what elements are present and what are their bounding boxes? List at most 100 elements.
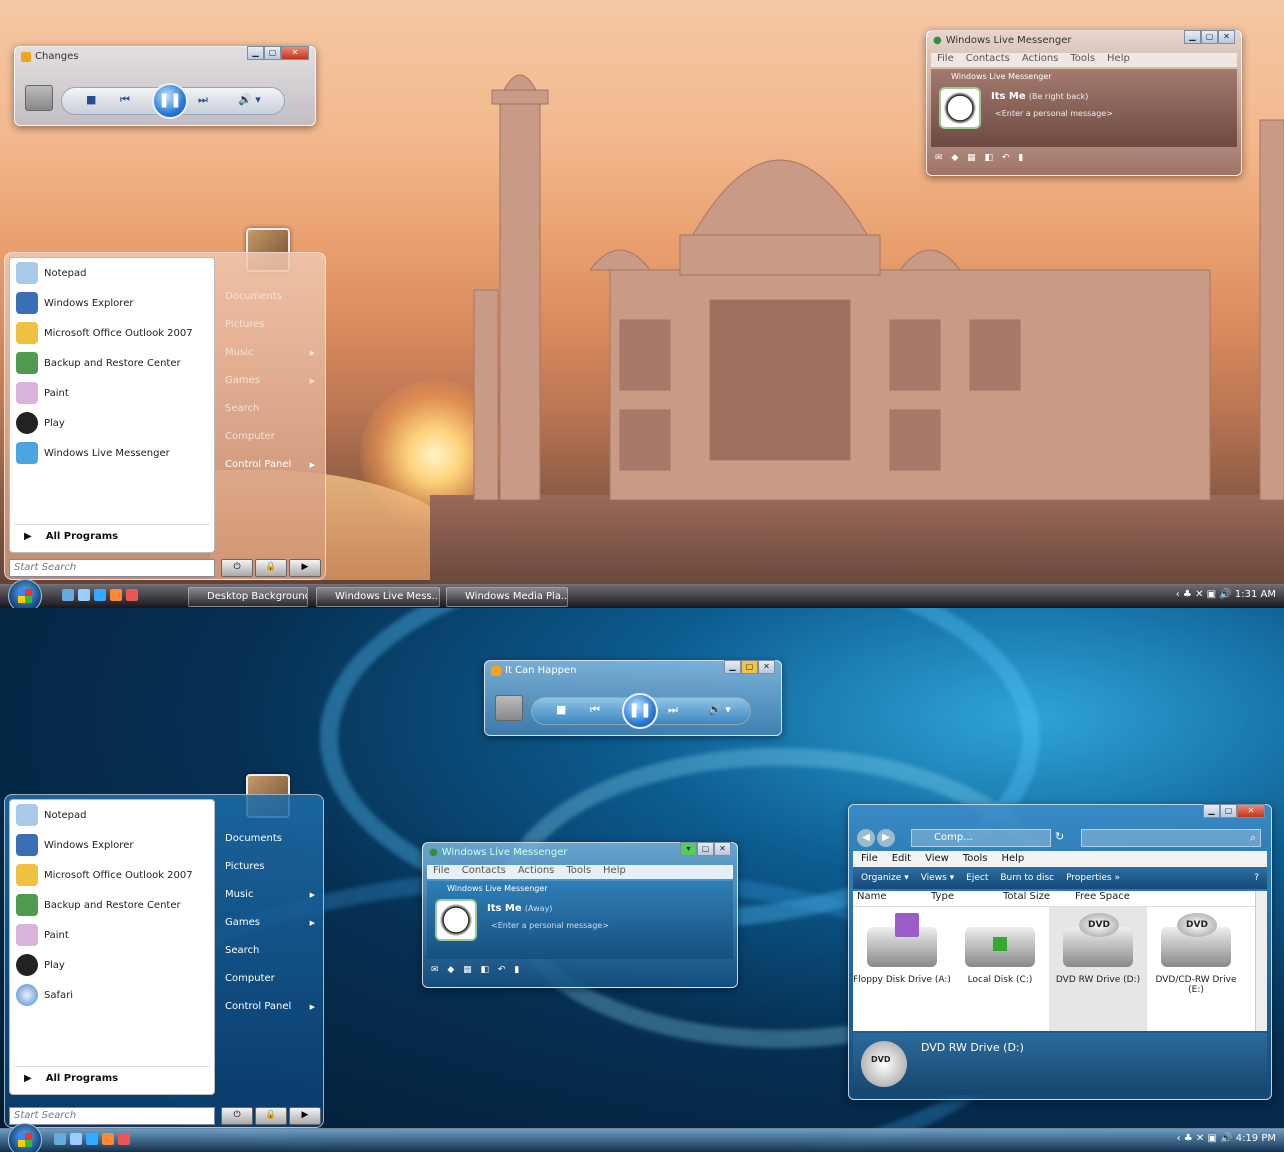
column-free-space[interactable]: Free Space <box>1071 891 1143 906</box>
start-item-play[interactable]: Play <box>10 950 214 980</box>
maximize-button[interactable]: ▢ <box>264 46 281 60</box>
menu-tools[interactable]: Tools <box>566 865 591 879</box>
minimize-button[interactable]: ▁ <box>1184 30 1201 44</box>
place-control-panel[interactable]: Control Panel ▶ <box>221 451 321 479</box>
burn-button[interactable]: Burn to disc <box>1000 873 1054 883</box>
place-games[interactable]: Games ▶ <box>221 367 321 395</box>
media-player-window[interactable]: It Can Happen ▁ ▢ ✕ ■ ⏮ ❚❚ ⏭ 🔊 ▾ <box>484 660 782 736</box>
taskbar-button-messenger[interactable]: Windows Live Mess... <box>316 587 440 607</box>
pause-button[interactable]: ❚❚ <box>622 693 658 729</box>
all-programs-button[interactable]: ▶ All Programs <box>14 524 210 548</box>
place-computer[interactable]: Computer <box>221 423 321 451</box>
menu-actions[interactable]: Actions <box>518 865 555 879</box>
scrollbar[interactable] <box>1255 891 1267 1031</box>
drive-item[interactable]: DVD DVD RW Drive (D:) <box>1049 907 1147 1031</box>
place-music[interactable]: Music ▶ <box>221 881 321 909</box>
start-item-safari[interactable]: Safari <box>10 980 214 1010</box>
visualization-thumbnail[interactable] <box>495 695 523 721</box>
start-search-input[interactable]: Start Search <box>9 1107 215 1125</box>
visualization-thumbnail[interactable] <box>25 85 53 111</box>
close-button[interactable]: ✕ <box>281 46 309 60</box>
menu-contacts[interactable]: Contacts <box>462 865 506 879</box>
display-name[interactable]: Its Me <box>487 903 522 914</box>
start-item-outlook[interactable]: Microsoft Office Outlook 2007 <box>10 860 214 890</box>
messenger-toolbar[interactable]: ✉ ◆ ▦ ◧ ↶ ▮ <box>935 153 1233 169</box>
start-item-backup[interactable]: Backup and Restore Center <box>10 890 214 920</box>
address-field[interactable]: Comp... <box>911 829 1051 847</box>
personal-message-field[interactable]: <Enter a personal message> <box>491 921 609 930</box>
close-button[interactable]: ✕ <box>758 660 775 674</box>
start-item-play[interactable]: Play <box>10 408 214 438</box>
display-name[interactable]: Its Me <box>991 91 1026 102</box>
menu-tools[interactable]: Tools <box>963 851 988 867</box>
start-button[interactable] <box>8 579 42 608</box>
explorer-window[interactable]: ▁ ▢ ✕ ◀ ▶ Comp... ↻ ⌕ File Edit View Tools… <box>848 804 1272 1100</box>
maximize-button[interactable]: ▢ <box>1201 30 1218 44</box>
minimize-button[interactable]: ▁ <box>1203 804 1220 818</box>
menu-contacts[interactable]: Contacts <box>966 53 1010 67</box>
firefox-icon[interactable] <box>102 1133 114 1145</box>
place-documents[interactable]: Documents <box>221 825 321 853</box>
column-name[interactable]: Name <box>853 891 927 906</box>
back-button[interactable]: ◀ <box>857 829 875 847</box>
media-icon[interactable] <box>126 589 138 601</box>
switch-windows-icon[interactable] <box>70 1133 82 1145</box>
start-item-outlook[interactable]: Microsoft Office Outlook 2007 <box>10 318 214 348</box>
lock-button[interactable]: 🔒 <box>255 559 287 577</box>
start-item-notepad[interactable]: Notepad <box>10 800 214 830</box>
drive-item[interactable]: Local Disk (C:) <box>951 907 1049 1031</box>
drive-item[interactable]: DVD DVD/CD-RW Drive (E:) <box>1147 907 1245 1031</box>
minimize-button[interactable]: ▁ <box>247 46 264 60</box>
firefox-icon[interactable] <box>110 589 122 601</box>
display-picture[interactable] <box>939 87 981 129</box>
organize-button[interactable]: Organize ▾ <box>861 873 909 883</box>
maximize-button[interactable]: ▢ <box>697 842 714 856</box>
menu-actions[interactable]: Actions <box>1022 53 1059 67</box>
maximize-button[interactable]: ▢ <box>1220 804 1237 818</box>
ie-icon[interactable] <box>94 589 106 601</box>
place-pictures[interactable]: Pictures <box>221 853 321 881</box>
minimize-button[interactable]: ▁ <box>724 660 741 674</box>
place-games[interactable]: Games ▶ <box>221 909 321 937</box>
start-item-explorer[interactable]: Windows Explorer <box>10 830 214 860</box>
maximize-button[interactable]: ▢ <box>741 660 758 674</box>
clock[interactable]: 4:19 PM <box>1236 1133 1276 1144</box>
start-item-paint[interactable]: Paint <box>10 378 214 408</box>
ie-icon[interactable] <box>86 1133 98 1145</box>
taskbar-button-desktop-background[interactable]: Desktop Background <box>188 587 308 607</box>
show-desktop-icon[interactable] <box>54 1133 66 1145</box>
start-item-notepad[interactable]: Notepad <box>10 258 214 288</box>
next-button[interactable]: ⏭ <box>198 93 208 107</box>
menu-help[interactable]: Help <box>1001 851 1024 867</box>
menu-edit[interactable]: Edit <box>892 851 911 867</box>
messenger-window[interactable]: ● Windows Live Messenger ▾ ▢ ✕ File Contact… <box>422 842 738 988</box>
media-player-window[interactable]: Changes ▁ ▢ ✕ ■ ⏮ ❚❚ ⏭ 🔊 ▾ <box>14 46 316 126</box>
clock[interactable]: 1:31 AM <box>1235 589 1276 600</box>
place-computer[interactable]: Computer <box>221 965 321 993</box>
start-item-explorer[interactable]: Windows Explorer <box>10 288 214 318</box>
stop-button[interactable]: ■ <box>86 93 96 106</box>
personal-message-field[interactable]: <Enter a personal message> <box>995 109 1113 118</box>
place-documents[interactable]: Documents <box>221 283 321 311</box>
place-search[interactable]: Search <box>221 395 321 423</box>
status-text[interactable]: (Be right back) <box>1029 92 1089 101</box>
status-text[interactable]: (Away) <box>525 904 553 913</box>
power-options-arrow[interactable]: ▶ <box>289 559 321 577</box>
lock-button[interactable]: 🔒 <box>255 1107 287 1125</box>
start-item-paint[interactable]: Paint <box>10 920 214 950</box>
previous-button[interactable]: ⏮ <box>120 93 130 107</box>
show-desktop-icon[interactable] <box>62 589 74 601</box>
minimize-button[interactable]: ▾ <box>680 842 697 856</box>
column-total-size[interactable]: Total Size <box>999 891 1071 906</box>
properties-button[interactable]: Properties » <box>1066 873 1120 883</box>
close-button[interactable]: ✕ <box>1218 30 1235 44</box>
forward-button[interactable]: ▶ <box>877 829 895 847</box>
display-picture[interactable] <box>435 899 477 941</box>
tray-icons[interactable]: ‹ ♣ ✕ ▣ 🔊 <box>1177 1133 1236 1144</box>
place-search[interactable]: Search <box>221 937 321 965</box>
power-button[interactable]: ⏻ <box>221 1107 253 1125</box>
stop-button[interactable]: ■ <box>556 703 566 716</box>
eject-button[interactable]: Eject <box>966 873 988 883</box>
place-control-panel[interactable]: Control Panel ▶ <box>221 993 321 1021</box>
refresh-icon[interactable]: ↻ <box>1055 830 1064 843</box>
